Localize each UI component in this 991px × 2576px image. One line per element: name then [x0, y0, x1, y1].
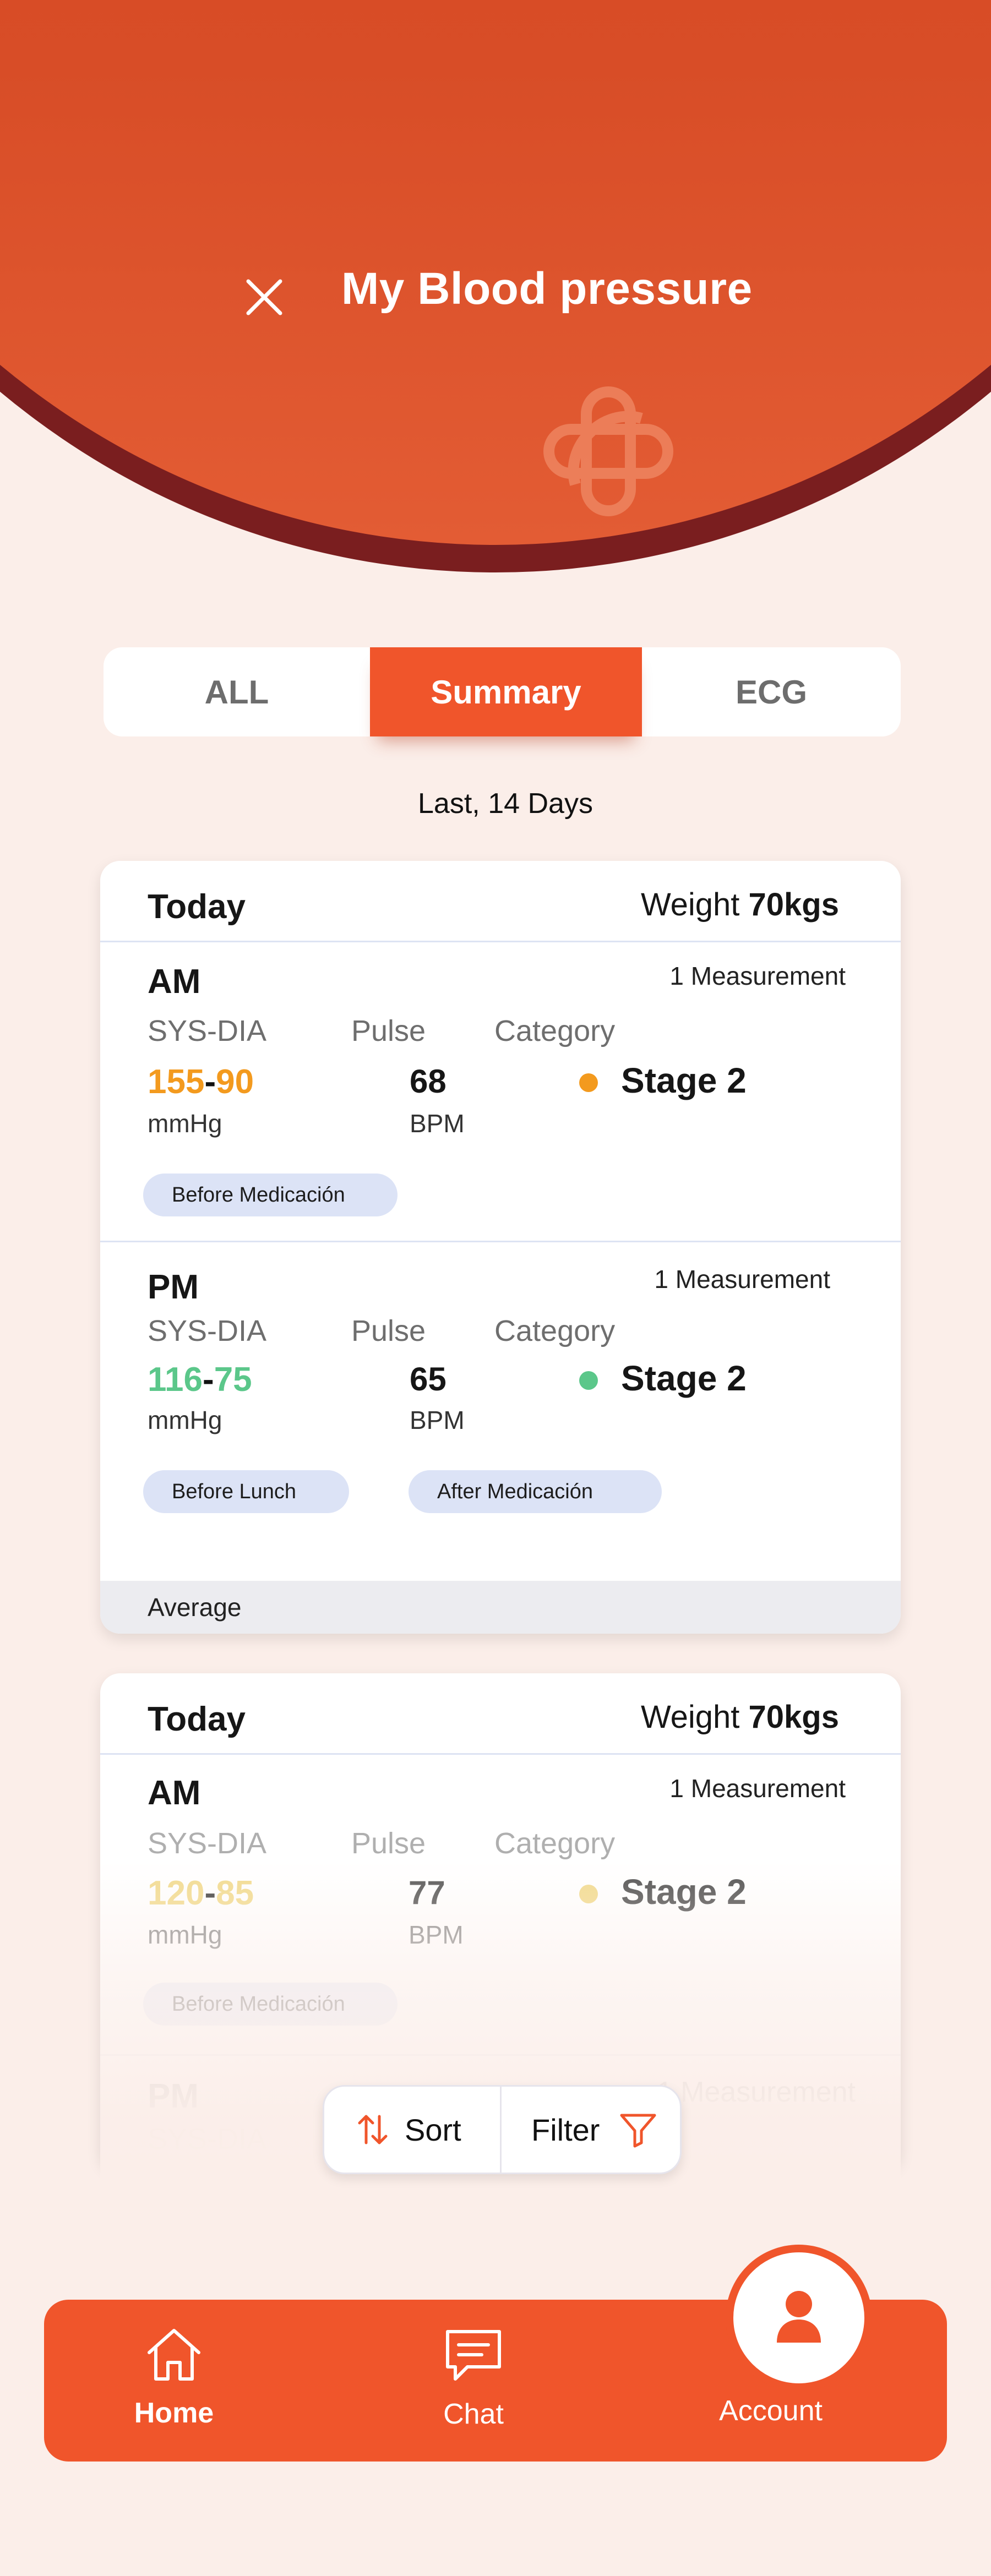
category-label: Category — [494, 1014, 616, 1047]
nav-label: Account — [719, 2395, 823, 2427]
pulse-label: Pulse — [351, 1314, 426, 1347]
user-icon — [777, 2291, 821, 2343]
card-weight: Weight 70kgs — [641, 886, 839, 923]
pulse-value: 68 — [410, 1063, 447, 1100]
systolic-value: 155 — [148, 1063, 205, 1101]
category-dot — [579, 1073, 598, 1092]
filter-label: Filter — [531, 2112, 600, 2147]
pulse-unit: BPM — [410, 1109, 465, 1138]
home-icon — [148, 2329, 200, 2381]
tag-chip[interactable]: Before Lunch — [143, 1470, 349, 1513]
sort-arrows-icon — [358, 2115, 388, 2144]
pulse-value: 77 — [409, 1874, 445, 1911]
measurement-section-am: AM 1 Measurement SYS-DIA Pulse Category … — [100, 942, 901, 1216]
category-label: Category — [494, 1827, 616, 1860]
bp-unit: mmHg — [148, 1406, 222, 1434]
account-button[interactable] — [726, 2245, 872, 2391]
average-footer[interactable]: Average — [100, 1581, 901, 1634]
bp-unit: mmHg — [148, 1109, 222, 1138]
measurement-count: 1 Measurement — [669, 1774, 846, 1803]
measurement-section-pm: PM 1 Measurement SYS-DIA Pulse Category … — [100, 1242, 901, 1551]
reading-dash: - — [203, 1361, 214, 1399]
pulse-label: Pulse — [351, 1827, 426, 1860]
nav-home[interactable]: Home — [108, 2300, 240, 2462]
systolic-value: 120 — [148, 1874, 205, 1912]
tag-chip[interactable]: Before Medicación — [143, 1983, 398, 2026]
diastolic-value: 75 — [214, 1361, 252, 1399]
category-label: Category — [494, 1314, 616, 1347]
diastolic-value: 85 — [216, 1874, 254, 1912]
sys-dia-label: SYS-DIA — [148, 1827, 267, 1860]
bp-reading: 116-75 — [148, 1360, 252, 1399]
close-button[interactable] — [237, 270, 292, 325]
measurement-count: 1 Measurement — [656, 2076, 856, 2108]
sort-label: Sort — [405, 2112, 461, 2147]
category-stage: Stage 2 — [621, 1061, 747, 1100]
period-label: AM — [148, 963, 201, 1001]
chat-icon — [446, 2330, 501, 2381]
page-title: My Blood pressure — [341, 264, 753, 314]
tab-summary[interactable]: Summary — [370, 647, 642, 736]
medical-cross-leaf-icon — [543, 386, 673, 516]
reading-dash: - — [204, 1874, 216, 1912]
period-label: PM — [148, 2077, 199, 2115]
card-day: Today — [148, 1700, 246, 1738]
sort-button[interactable]: Sort — [324, 2087, 502, 2173]
bp-reading: 120-85 — [148, 1874, 254, 1913]
sys-dia-label: SYS-DIA — [148, 1314, 267, 1347]
nav-label: Home — [134, 2397, 214, 2429]
nav-chat[interactable]: Chat — [407, 2300, 540, 2462]
category-dot — [579, 1885, 598, 1903]
weight-label: Weight — [640, 887, 740, 923]
category-stage: Stage 2 — [621, 1872, 747, 1912]
header-bar: My Blood pressure — [0, 259, 991, 319]
category-dot — [579, 1371, 598, 1390]
pulse-label: Pulse — [351, 1014, 426, 1047]
card-weight: Weight 70kgs — [641, 1699, 839, 1735]
card-header: Today Weight 70kgs — [100, 861, 901, 942]
category-stage: Stage 2 — [621, 1358, 747, 1398]
pulse-unit: BPM — [410, 1406, 465, 1434]
header: My Blood pressure — [0, 0, 991, 583]
period-label: AM — [148, 1774, 201, 1812]
systolic-value: 116 — [148, 1361, 203, 1399]
weight-value: 70kgs — [748, 887, 839, 923]
bp-reading: 155-90 — [148, 1062, 254, 1101]
tab-all[interactable]: ALL — [104, 647, 370, 736]
measurement-count: 1 Measurement — [669, 962, 846, 990]
sys-dia-label: SYS-DIA — [148, 1014, 267, 1047]
tab-ecg[interactable]: ECG — [642, 647, 901, 736]
day-summary-card[interactable]: Today Weight 70kgs AM 1 Measurement SYS-… — [100, 861, 901, 1634]
date-range-label: Last, 14 Days — [418, 788, 593, 820]
sort-filter-bar: Sort Filter — [323, 2085, 682, 2174]
weight-label: Weight — [640, 1699, 740, 1735]
sys-dia-label: SYS-DIA — [148, 2122, 267, 2155]
period-label: PM — [148, 1268, 199, 1306]
filter-button[interactable]: Filter — [502, 2087, 680, 2173]
tag-chip[interactable]: After Medicación — [409, 1470, 662, 1513]
funnel-icon — [620, 2114, 656, 2148]
pulse-unit: BPM — [409, 1920, 464, 1949]
card-header: Today Weight 70kgs — [100, 1673, 901, 1755]
measurement-section-am: AM 1 Measurement SYS-DIA Pulse Category … — [100, 1755, 901, 2063]
tag-chip[interactable]: Before Medicación — [143, 1174, 398, 1216]
nav-label: Chat — [443, 2398, 504, 2430]
reading-dash: - — [204, 1063, 216, 1101]
diastolic-value: 90 — [216, 1063, 254, 1101]
bp-unit: mmHg — [148, 1920, 222, 1949]
close-icon — [246, 279, 282, 315]
measurement-count: 1 Measurement — [654, 1265, 830, 1294]
card-day: Today — [148, 888, 246, 926]
pulse-value: 65 — [410, 1361, 447, 1398]
segment-tabs: ALL Summary ECG — [104, 647, 901, 736]
weight-value: 70kgs — [748, 1699, 839, 1735]
